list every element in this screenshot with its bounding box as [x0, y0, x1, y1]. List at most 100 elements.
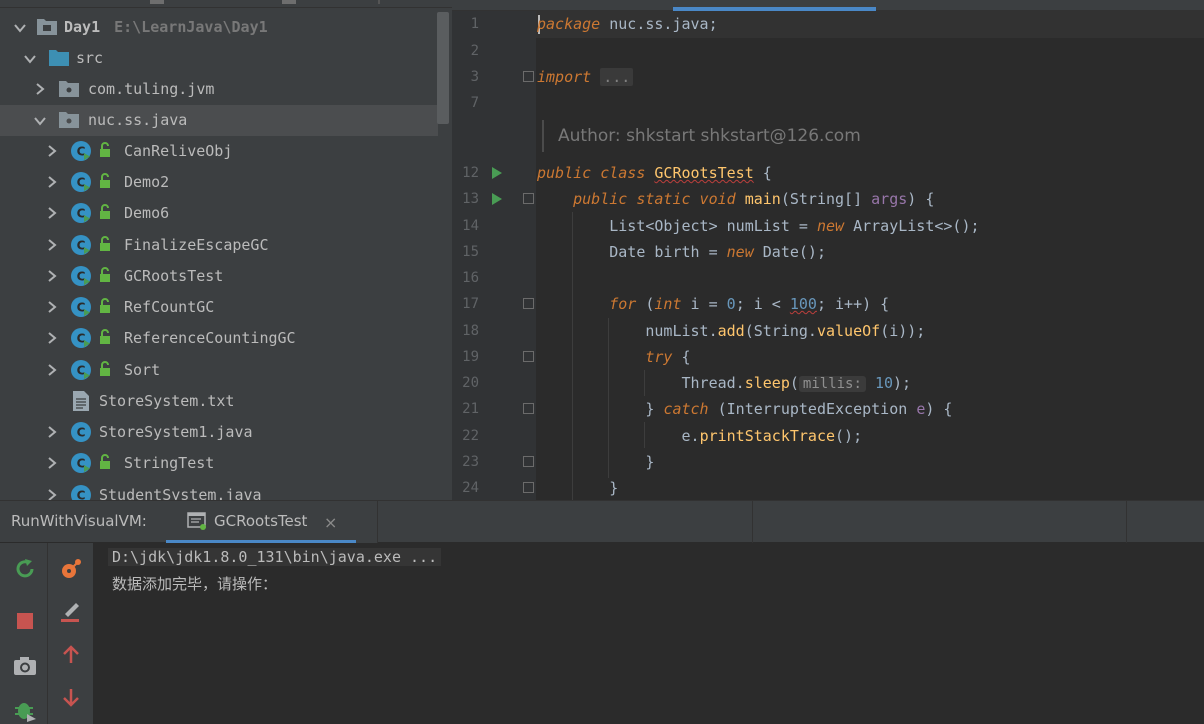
code-line: numList.add(String.valueOf(i));: [645, 322, 926, 340]
line-number: 19: [462, 349, 479, 365]
tree-row-class[interactable]: C RefCountGC: [0, 292, 438, 323]
console-tab-icon: [187, 511, 207, 531]
editor-tab-strip[interactable]: [452, 0, 1204, 11]
lock-icon: [98, 361, 112, 377]
line-number: 1: [470, 16, 479, 32]
tree-row-src[interactable]: src: [0, 43, 438, 74]
debug-bug-icon[interactable]: [13, 698, 37, 722]
tree-row-class[interactable]: C Demo6: [0, 198, 438, 229]
line-number: 23: [462, 454, 479, 470]
lock-icon: [98, 298, 112, 314]
runnable-class-icon: C: [70, 140, 92, 162]
tree-row-class[interactable]: C StringTest: [0, 448, 438, 479]
fold-end-icon[interactable]: [523, 456, 534, 467]
fold-collapse-icon[interactable]: [523, 351, 534, 362]
line-number: 13: [462, 191, 479, 207]
code-line: Thread.sleep(millis: 10);: [681, 374, 912, 392]
tree-row-class[interactable]: C StudentSystem.java: [0, 480, 438, 500]
toolbar-icon[interactable]: [150, 0, 164, 4]
chevron-right-icon[interactable]: [46, 489, 58, 500]
chevron-right-icon[interactable]: [46, 207, 58, 219]
arrow-up-icon[interactable]: [59, 643, 83, 667]
runnable-class-icon: C: [70, 327, 92, 349]
tree-item-label: Sort: [124, 361, 161, 379]
text-file-icon: [72, 390, 90, 412]
tree-row-class[interactable]: C StoreSystem1.java: [0, 417, 438, 448]
tree-item-label: nuc.ss.java: [88, 111, 188, 129]
tree-row-file[interactable]: StoreSystem.txt: [0, 386, 438, 417]
fold-collapse-icon[interactable]: [523, 193, 534, 204]
chevron-right-icon[interactable]: [46, 301, 58, 313]
tree-toolbar: [0, 0, 452, 8]
panel-divider: [1126, 501, 1127, 544]
line-number: 3: [470, 69, 479, 85]
line-number: 18: [462, 323, 479, 339]
console-command-line[interactable]: D:\jdk\jdk1.8.0_131\bin\java.exe ...: [108, 548, 442, 566]
line-number: 7: [470, 95, 479, 111]
svg-text:C: C: [77, 426, 86, 440]
code-line: package nuc.ss.java;: [537, 15, 718, 33]
tree-row-package[interactable]: nuc.ss.java: [0, 105, 438, 136]
chevron-right-icon[interactable]: [46, 457, 58, 469]
line-number: 17: [462, 296, 479, 312]
chevron-right-icon[interactable]: [46, 176, 58, 188]
svg-text:C: C: [77, 489, 86, 501]
fold-end-icon[interactable]: [523, 403, 534, 414]
stop-icon[interactable]: [14, 609, 38, 633]
runnable-class-icon: C: [70, 296, 92, 318]
tree-item-label: RefCountGC: [124, 298, 215, 316]
code-line: public class GCRootsTest {: [537, 164, 772, 182]
class-icon: C: [70, 421, 92, 443]
chevron-right-icon[interactable]: [46, 145, 58, 157]
chevron-down-icon[interactable]: [24, 53, 36, 65]
camera-icon[interactable]: [13, 654, 37, 678]
tree-row-class[interactable]: C Sort: [0, 355, 438, 386]
chevron-down-icon[interactable]: [14, 22, 26, 34]
code-line: e.printStackTrace();: [681, 427, 863, 445]
code-line: for (int i = 0; i < 100; i++) {: [609, 295, 890, 313]
tree-item-label: StudentSystem.java: [99, 486, 262, 500]
chevron-right-icon[interactable]: [46, 364, 58, 376]
tree-row-class[interactable]: C Demo2: [0, 167, 438, 198]
chevron-right-icon[interactable]: [46, 426, 58, 438]
folded-imports[interactable]: ...: [600, 68, 634, 86]
line-number: 12: [462, 165, 479, 181]
toolbar-icon[interactable]: [282, 0, 296, 4]
clear-all-icon[interactable]: [59, 599, 83, 623]
tree-row-class[interactable]: C CanReliveObj: [0, 136, 438, 167]
chevron-right-icon[interactable]: [34, 83, 46, 95]
tree-scrollbar[interactable]: [437, 12, 449, 124]
chevron-right-icon[interactable]: [46, 270, 58, 282]
author-doc-comment: Author: shkstart shkstart@126.com: [542, 120, 861, 152]
tree-row-class[interactable]: C ReferenceCountingGC: [0, 323, 438, 354]
run-class-icon[interactable]: [492, 167, 502, 179]
package-icon: [58, 109, 80, 131]
rerun-icon[interactable]: [13, 557, 37, 581]
fold-expand-icon[interactable]: [523, 71, 534, 82]
tab-gcrootstest[interactable]: GCRootsTest ×: [166, 501, 378, 544]
lock-icon: [98, 204, 112, 220]
arrow-down-icon[interactable]: [59, 685, 83, 709]
chevron-down-icon[interactable]: [34, 115, 46, 127]
fold-end-icon[interactable]: [523, 482, 534, 493]
line-number: 16: [462, 270, 479, 286]
code-editor[interactable]: 1 2 3 7 12 13 14 15 16 17 18 19 20 21 22…: [452, 0, 1204, 500]
chevron-right-icon[interactable]: [46, 239, 58, 251]
code-line: }: [609, 479, 619, 497]
line-number: 15: [462, 244, 479, 260]
tree-row-class[interactable]: C GCRootsTest: [0, 261, 438, 292]
tree-row-day1[interactable]: Day1 E:\LearnJava\Day1: [0, 12, 438, 43]
tree-item-label: StoreSystem1.java: [99, 423, 253, 441]
package-icon: [58, 78, 80, 100]
tree-row-package[interactable]: com.tuling.jvm: [0, 74, 438, 105]
run-main-icon[interactable]: [492, 193, 502, 205]
code-line: Date birth = new Date();: [609, 243, 826, 261]
class-icon: C: [70, 484, 92, 500]
close-icon[interactable]: ×: [324, 513, 337, 532]
tree-item-label: src: [76, 49, 104, 67]
fold-collapse-icon[interactable]: [523, 298, 534, 309]
tree-item-label: com.tuling.jvm: [88, 80, 215, 98]
profiler-icon[interactable]: [59, 557, 83, 581]
chevron-right-icon[interactable]: [46, 332, 58, 344]
tree-row-class[interactable]: C FinalizeEscapeGC: [0, 230, 438, 261]
